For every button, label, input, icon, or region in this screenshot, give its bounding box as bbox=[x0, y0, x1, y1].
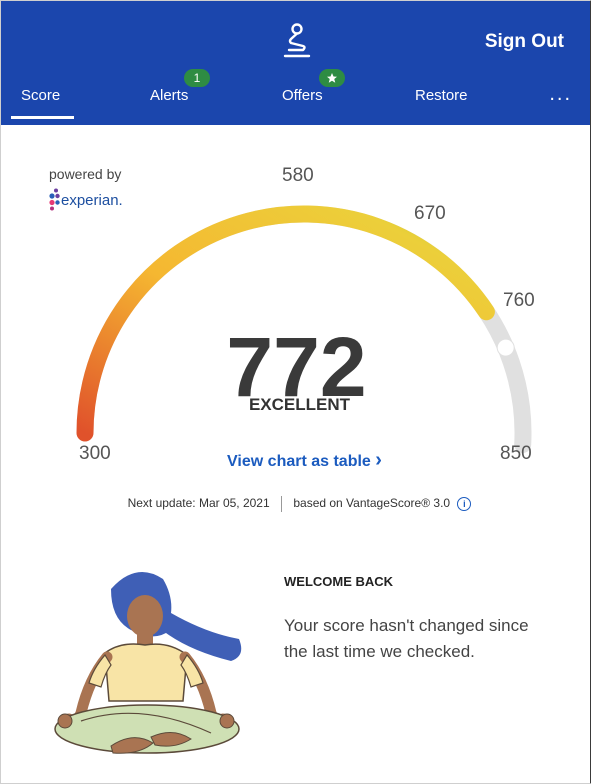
tab-alerts[interactable]: Alerts bbox=[150, 87, 188, 104]
sign-out-button[interactable]: Sign Out bbox=[485, 31, 564, 53]
star-icon bbox=[327, 73, 337, 83]
vantagescore-text: based on VantageScore® 3.0 bbox=[293, 496, 451, 511]
next-update-text: Next update: Mar 05, 2021 bbox=[127, 496, 270, 511]
app-frame: Sign Out Score 1 Alerts Offers Restore .… bbox=[0, 0, 591, 784]
top-navigation-bar: Sign Out Score 1 Alerts Offers Restore .… bbox=[1, 1, 590, 125]
more-menu-button[interactable]: ... bbox=[549, 83, 572, 106]
view-chart-as-table-label: View chart as table bbox=[227, 453, 371, 470]
tab-offers[interactable]: Offers bbox=[282, 87, 323, 104]
tick-label-670: 670 bbox=[414, 203, 446, 224]
app-logo-icon[interactable] bbox=[281, 23, 313, 59]
score-update-info: Next update: Mar 05, 2021 based on Vanta… bbox=[1, 496, 590, 512]
offers-star-badge bbox=[319, 69, 345, 87]
welcome-heading: WELCOME BACK bbox=[284, 574, 394, 589]
tab-score[interactable]: Score bbox=[10, 87, 75, 119]
score-rating: EXCELLENT bbox=[248, 395, 351, 414]
tick-label-760: 760 bbox=[503, 290, 535, 311]
alerts-count-badge: 1 bbox=[184, 69, 210, 87]
view-chart-as-table-link[interactable]: View chart as table › bbox=[1, 449, 590, 472]
tick-label-580: 580 bbox=[282, 165, 314, 186]
meditation-illustration bbox=[54, 571, 242, 754]
tab-restore[interactable]: Restore bbox=[415, 87, 468, 104]
chevron-right-icon: › bbox=[375, 449, 382, 471]
welcome-message: Your score hasn't changed since the last… bbox=[284, 616, 529, 661]
info-icon[interactable]: i bbox=[457, 497, 472, 511]
divider bbox=[281, 496, 282, 512]
